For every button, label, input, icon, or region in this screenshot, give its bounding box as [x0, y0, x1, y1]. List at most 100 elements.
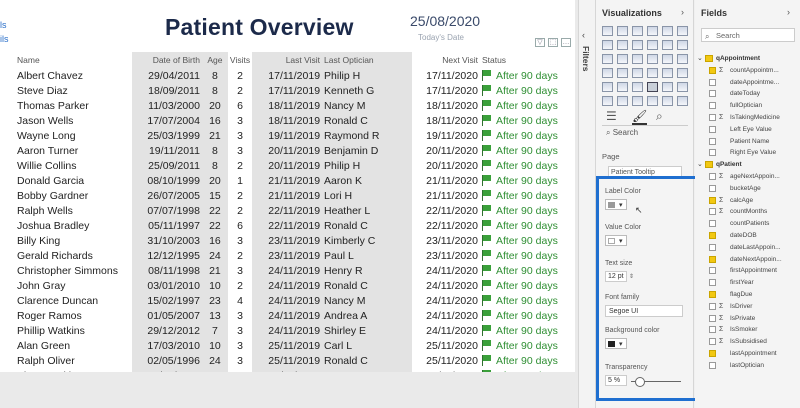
- visual-type-icon[interactable]: [677, 40, 688, 50]
- table-row[interactable]: Aaron Turner 19/11/2011 8 3 20/11/2019 Benjam…: [14, 143, 568, 158]
- table-row[interactable]: Albert Chavez 29/04/2011 8 2 17/11/2019 Phili…: [14, 68, 568, 83]
- visual-type-icon[interactable]: [647, 40, 658, 50]
- field-checkbox[interactable]: [709, 349, 716, 357]
- visual-type-icon[interactable]: [632, 96, 643, 106]
- field-checkbox[interactable]: [709, 220, 716, 228]
- visual-type-icon[interactable]: [602, 68, 613, 78]
- visual-type-icon[interactable]: [677, 26, 688, 36]
- visual-type-icon[interactable]: [632, 54, 643, 64]
- field-item[interactable]: ΣcalcAge: [695, 195, 800, 207]
- field-item[interactable]: dateLastAppoin...: [695, 242, 800, 254]
- table-row[interactable]: Gerald Richards 12/12/1995 24 2 23/11/2019 Pa…: [14, 248, 568, 263]
- table-row[interactable]: Willie Collins 25/09/2011 8 2 20/11/2019 Phil…: [14, 158, 568, 173]
- collapse-visualizations-icon[interactable]: ›: [681, 7, 684, 17]
- field-table-item[interactable]: ⌄ qAppointment: [695, 53, 800, 65]
- field-item[interactable]: fullOptician: [695, 100, 800, 112]
- field-checkbox[interactable]: [709, 90, 716, 98]
- field-table-item[interactable]: ⌄ qPatient: [695, 159, 800, 171]
- column-header-next-visit[interactable]: Next Visit: [412, 52, 480, 68]
- field-checkbox[interactable]: [709, 231, 716, 239]
- visual-type-icon[interactable]: [617, 68, 628, 78]
- column-header-last-optician[interactable]: Last Optician: [322, 52, 412, 68]
- field-checkbox[interactable]: [709, 66, 716, 74]
- expand-filters-icon[interactable]: ‹: [582, 30, 585, 40]
- field-checkbox[interactable]: [709, 172, 716, 180]
- field-checkbox[interactable]: [709, 78, 716, 86]
- focus-mode-icon[interactable]: ⬚: [548, 38, 558, 47]
- visual-type-icon[interactable]: [602, 26, 613, 36]
- collapse-fields-icon[interactable]: ›: [787, 7, 790, 17]
- table-row[interactable]: Alan Green 17/03/2010 10 3 25/11/2019 Carl L 2…: [14, 338, 568, 353]
- field-checkbox[interactable]: [709, 102, 716, 110]
- visual-type-icon[interactable]: [602, 54, 613, 64]
- field-item[interactable]: lastAppointment: [695, 348, 800, 360]
- visual-type-icon[interactable]: [632, 40, 643, 50]
- visual-type-icon[interactable]: [647, 82, 658, 92]
- visual-type-icon[interactable]: [677, 82, 688, 92]
- field-checkbox[interactable]: [709, 149, 716, 157]
- visual-type-icon[interactable]: [662, 96, 673, 106]
- analytics-magnifier-icon[interactable]: ⌕: [656, 109, 663, 124]
- field-checkbox[interactable]: [709, 243, 716, 251]
- field-checkbox[interactable]: [709, 290, 716, 298]
- column-header-dob[interactable]: Date of Birth: [131, 52, 202, 68]
- visual-type-icon[interactable]: [617, 40, 628, 50]
- table-row[interactable]: Ralph Oliver 02/05/1996 24 3 25/11/2019 Ronal…: [14, 353, 568, 368]
- visual-type-icon[interactable]: [602, 82, 613, 92]
- more-options-icon[interactable]: …: [561, 38, 571, 47]
- table-row[interactable]: Bobby Gardner 26/07/2005 15 2 21/11/2019 Lori…: [14, 188, 568, 203]
- field-item[interactable]: Patient Name: [695, 136, 800, 148]
- field-item[interactable]: dateToday: [695, 88, 800, 100]
- filter-icon[interactable]: ▽: [535, 38, 545, 47]
- fields-well-icon[interactable]: ☰: [606, 109, 617, 123]
- field-item[interactable]: Σ IsDriver: [695, 301, 800, 313]
- visual-type-icon[interactable]: [677, 68, 688, 78]
- patient-table[interactable]: Name Date of Birth Age Visits Last Visit…: [14, 52, 568, 372]
- visual-type-icon[interactable]: [662, 40, 673, 50]
- visual-type-icon[interactable]: [647, 26, 658, 36]
- visual-type-icon[interactable]: [647, 68, 658, 78]
- field-item[interactable]: countPatients: [695, 218, 800, 230]
- table-row[interactable]: Joshua Bradley 05/11/1997 22 6 22/11/2019 Ron…: [14, 218, 568, 233]
- visual-type-icon[interactable]: [617, 82, 628, 92]
- visual-type-gallery[interactable]: [602, 26, 690, 108]
- visual-type-icon[interactable]: [617, 96, 628, 106]
- field-item[interactable]: dateAppointme...: [695, 77, 800, 89]
- field-item[interactable]: Σ IsTakingMedicine: [695, 112, 800, 124]
- column-header-visits[interactable]: Visits: [228, 52, 252, 68]
- field-item[interactable]: firstAppointment: [695, 265, 800, 277]
- field-checkbox[interactable]: [709, 279, 716, 287]
- format-paint-roller-icon[interactable]: 🖌: [632, 109, 648, 125]
- visual-type-icon[interactable]: [662, 82, 673, 92]
- field-item[interactable]: bucketAge: [695, 183, 800, 195]
- field-checkbox[interactable]: [709, 361, 716, 369]
- visual-type-icon[interactable]: [617, 26, 628, 36]
- field-item[interactable]: Σ IsSubsidised: [695, 336, 800, 348]
- field-item[interactable]: Right Eye Value: [695, 147, 800, 159]
- field-item[interactable]: ΣageNextAppoin...: [695, 171, 800, 183]
- visual-type-icon[interactable]: [662, 54, 673, 64]
- field-checkbox[interactable]: [709, 302, 716, 310]
- table-row[interactable]: Jason Wells 17/07/2004 16 3 18/11/2019 Ronald…: [14, 113, 568, 128]
- field-item[interactable]: dateDOB: [695, 230, 800, 242]
- field-checkbox[interactable]: [709, 196, 716, 204]
- table-row[interactable]: Thomas Parker 11/03/2000 20 6 18/11/2019 Nanc…: [14, 98, 568, 113]
- field-item[interactable]: ΣcountMonths: [695, 206, 800, 218]
- field-checkbox[interactable]: [709, 125, 716, 133]
- visual-type-icon[interactable]: [647, 54, 658, 64]
- column-header-age[interactable]: Age: [201, 52, 228, 68]
- field-item[interactable]: dateNextAppoin...: [695, 254, 800, 266]
- visual-type-icon[interactable]: [617, 54, 628, 64]
- visual-type-icon[interactable]: [632, 82, 643, 92]
- field-item[interactable]: flagDue: [695, 289, 800, 301]
- table-row[interactable]: John Gray 03/01/2010 10 2 24/11/2019 Ronald C…: [14, 278, 568, 293]
- field-item[interactable]: firstYear: [695, 277, 800, 289]
- table-row[interactable]: Billy King 31/10/2003 16 3 23/11/2019 Kimberl…: [14, 233, 568, 248]
- visual-type-icon[interactable]: [602, 96, 613, 106]
- visual-type-icon[interactable]: [677, 54, 688, 64]
- table-row[interactable]: Ralph Wells 07/07/1998 22 2 22/11/2019 Heathe…: [14, 203, 568, 218]
- column-header-last-visit[interactable]: Last Visit: [252, 52, 323, 68]
- field-item[interactable]: ΣcountAppointm...: [695, 65, 800, 77]
- field-checkbox[interactable]: [709, 113, 716, 121]
- table-row[interactable]: Phillip Watkins 29/12/2012 7 3 24/11/2019 Shi…: [14, 323, 568, 338]
